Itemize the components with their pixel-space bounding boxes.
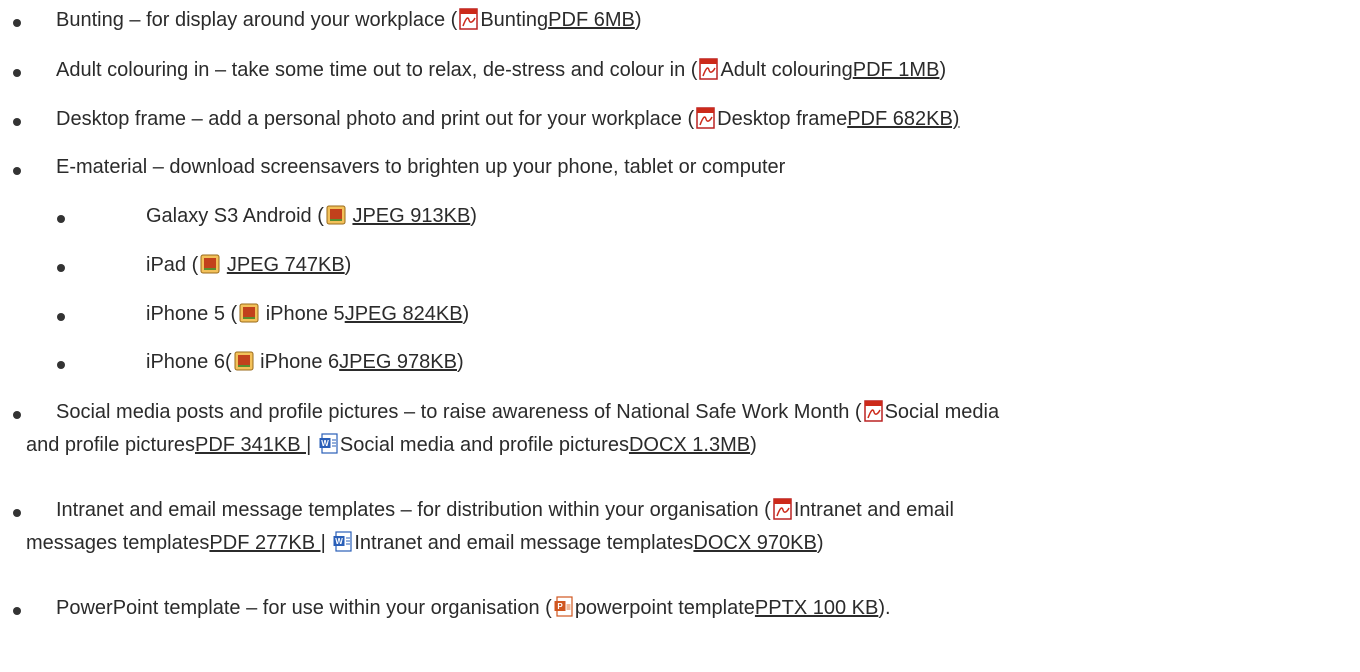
item-tail: ) [344, 254, 352, 276]
pdf-download-link[interactable]: PDF 341KB | [195, 434, 311, 456]
item-tail: ) [470, 205, 477, 227]
bullet [57, 215, 65, 223]
list-item-text: Galaxy S3 Android ( JPEG 913KB) [146, 204, 477, 228]
image-icon [200, 253, 220, 275]
word-icon: W [319, 433, 339, 455]
pdf-download-link[interactable]: PDF 1MB [853, 59, 940, 81]
item-tail: ) [816, 532, 824, 554]
bullet [13, 69, 21, 77]
list-item-text-continued: and profile picturesPDF 341KB | W Social … [26, 433, 757, 457]
pdf-download-link[interactable]: PDF 6MB [548, 9, 635, 31]
item-label: Bunting [480, 9, 549, 31]
item-label-2: Intranet and email message templates [354, 532, 694, 554]
pdf-icon [773, 498, 793, 520]
item-lead: iPhone 5 ( [146, 303, 238, 325]
item-label: iPhone 5 [260, 303, 345, 325]
list-item-text: Intranet and email message templates – f… [56, 498, 954, 522]
docx-download-link[interactable]: DOCX 1.3MB [629, 434, 750, 456]
item-tail: ) [456, 351, 464, 373]
bullet [13, 411, 21, 419]
item-tail: ). [878, 597, 891, 619]
pdf-icon [459, 8, 479, 30]
jpeg-download-link[interactable]: JPEG 747KB [227, 254, 345, 276]
list-item-text: PowerPoint template – for use within you… [56, 596, 891, 620]
item-tail: ) [939, 59, 947, 81]
image-icon [239, 302, 259, 324]
bullet [57, 264, 65, 272]
item-lead: Intranet and email message templates – f… [56, 499, 771, 521]
item-lead-continued: and profile pictures [26, 434, 195, 456]
bullet [13, 118, 21, 126]
jpeg-download-link[interactable]: JPEG 913KB [352, 205, 470, 227]
item-lead: Desktop frame – add a personal photo and… [56, 108, 695, 130]
item-lead: PowerPoint template – for use within you… [56, 597, 552, 619]
pdf-icon [699, 58, 719, 80]
list-item-text: Social media posts and profile pictures … [56, 400, 999, 424]
pdf-icon [696, 107, 716, 129]
item-lead: iPhone 6( [146, 351, 232, 373]
item-lead-continued: messages templates [26, 532, 210, 554]
item-lead: Galaxy S3 Android ( [146, 205, 324, 227]
svg-text:W: W [321, 439, 329, 448]
image-icon [326, 204, 346, 226]
jpeg-download-link[interactable]: JPEG 978KB [339, 351, 457, 373]
item-lead: Bunting – for display around your workpl… [56, 9, 458, 31]
list-item-text: iPhone 5 ( iPhone 5JPEG 824KB) [146, 302, 469, 326]
item-label: iPhone 6 [254, 351, 340, 373]
bullet [57, 313, 65, 321]
pdf-download-link[interactable]: PDF 682KB) [847, 108, 959, 130]
jpeg-download-link[interactable]: JPEG 824KB [345, 303, 463, 325]
bullet [13, 19, 21, 27]
powerpoint-icon: P [554, 596, 574, 618]
bullet [13, 167, 21, 175]
item-tail: ) [750, 434, 757, 456]
item-lead: iPad ( [146, 254, 199, 276]
pdf-download-link[interactable]: PDF 277KB | [209, 532, 325, 554]
list-item-text: E-material – download screensavers to br… [56, 156, 786, 178]
list-item-text: Desktop frame – add a personal photo and… [56, 107, 959, 131]
docx-download-link[interactable]: DOCX 970KB [693, 532, 816, 554]
image-icon [234, 350, 254, 372]
svg-text:P: P [557, 602, 563, 611]
item-label: Desktop frame [717, 108, 848, 130]
list-item-text: iPad ( JPEG 747KB) [146, 253, 351, 277]
item-tail: ) [462, 303, 470, 325]
item-label: powerpoint template [574, 597, 755, 619]
bullet [13, 607, 21, 615]
item-tail: ) [634, 9, 642, 31]
pdf-icon [863, 400, 884, 422]
pptx-download-link[interactable]: PPTX 100 KB [755, 597, 878, 619]
list-item-text: Bunting – for display around your workpl… [56, 8, 642, 32]
item-label-2: Social media and profile pictures [339, 434, 629, 456]
item-lead: Adult colouring in – take some time out … [56, 59, 698, 81]
item-label: Adult colouring [720, 59, 853, 81]
item-label: Intranet and email [793, 499, 954, 521]
svg-text:W: W [336, 537, 344, 546]
item-label: Social media [884, 401, 1000, 423]
item-lead: Social media posts and profile pictures … [56, 401, 862, 423]
list-item-text: Adult colouring in – take some time out … [56, 58, 946, 82]
bullet [57, 361, 65, 369]
word-icon: W [333, 531, 353, 553]
bullet [13, 509, 21, 517]
list-item-text: iPhone 6( iPhone 6JPEG 978KB) [146, 350, 464, 374]
list-item-text-continued: messages templatesPDF 277KB | W Intranet … [26, 531, 823, 555]
